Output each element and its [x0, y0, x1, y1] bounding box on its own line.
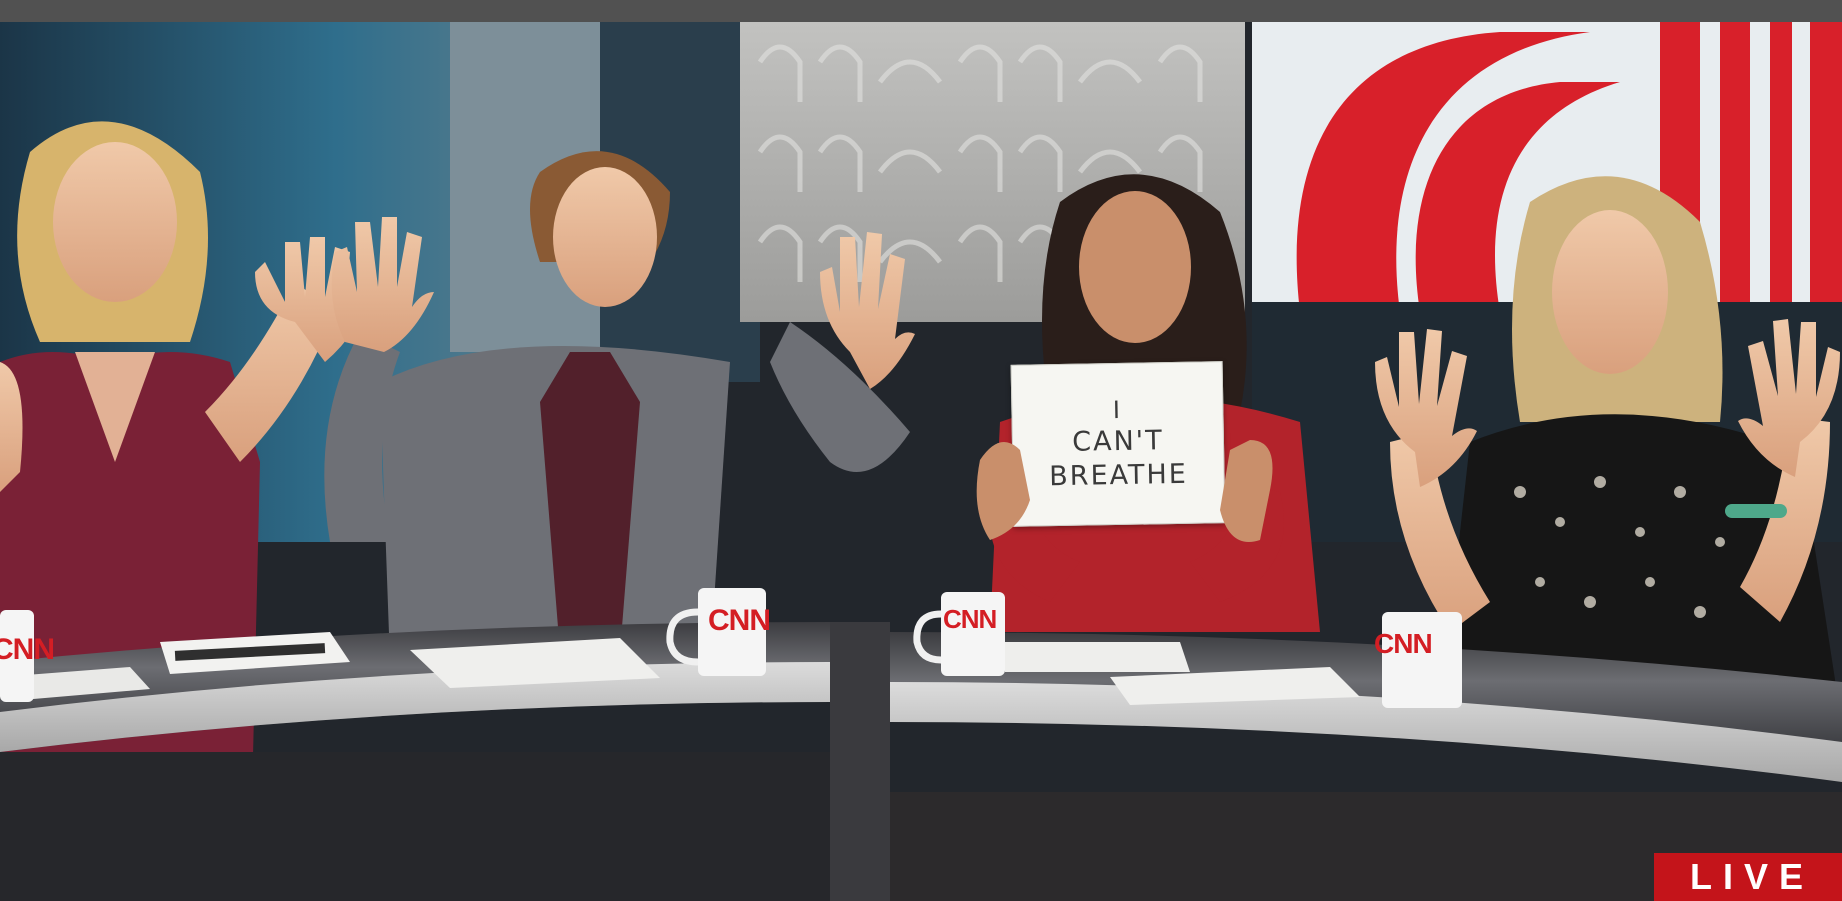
cnn-logo-icon: CNN — [1374, 628, 1433, 659]
video-frame: I CAN'T BREATHE CNN CNN CNN CNN LIVE — [0, 0, 1842, 901]
cnn-logo-icon: CNN — [0, 633, 55, 666]
live-badge: LIVE — [1654, 853, 1842, 901]
top-letterbox-bar — [0, 0, 1842, 22]
cnn-logo-icon: CNN — [708, 604, 771, 637]
cnn-logo-icon: CNN — [943, 604, 997, 634]
hands-holding-sign — [976, 440, 1273, 542]
news-studio-scene — [0, 22, 1842, 901]
